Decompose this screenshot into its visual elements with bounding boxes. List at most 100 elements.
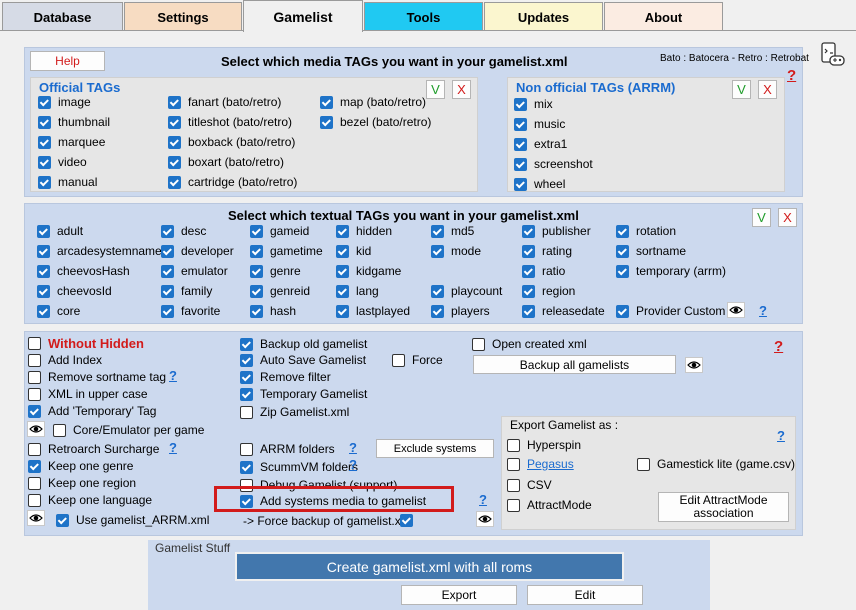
gamepad-icon[interactable]: [819, 41, 847, 69]
xml-upper-case-checkbox[interactable]: XML in upper case: [28, 387, 148, 401]
exclude-systems-button[interactable]: Exclude systems: [376, 439, 494, 458]
scummvm-help-link[interactable]: ?: [349, 457, 357, 472]
tag-rating-checkbox[interactable]: rating: [522, 244, 572, 258]
tag-lastplayed-checkbox[interactable]: lastplayed: [336, 304, 410, 318]
help-button[interactable]: Help: [30, 51, 105, 71]
keep-one-region-checkbox[interactable]: Keep one region: [28, 476, 136, 490]
tag-fanart-checkbox[interactable]: fanart (bato/retro): [168, 95, 281, 109]
textual-clear-all-button[interactable]: X: [778, 208, 797, 227]
tag-sortname-checkbox[interactable]: sortname: [616, 244, 686, 258]
nonofficial-clear-all-button[interactable]: X: [758, 80, 777, 99]
scummvm-folders-checkbox[interactable]: ScummVM folders: [240, 460, 358, 474]
tag-hash-checkbox[interactable]: hash: [250, 304, 296, 318]
tag-desc-checkbox[interactable]: desc: [161, 224, 206, 238]
tag-gametime-checkbox[interactable]: gametime: [250, 244, 323, 258]
retroarch-surcharge-checkbox[interactable]: Retroarch Surcharge: [28, 442, 159, 456]
export-help-link[interactable]: ?: [777, 428, 785, 443]
tag-gameid-checkbox[interactable]: gameid: [250, 224, 309, 238]
tab-settings[interactable]: Settings: [124, 2, 242, 31]
tag-lang-checkbox[interactable]: lang: [336, 284, 379, 298]
tag-family-checkbox[interactable]: family: [161, 284, 212, 298]
tag-mix-checkbox[interactable]: mix: [514, 97, 553, 111]
tag-arcadesystemname-checkbox[interactable]: arcadesystemname: [37, 244, 162, 258]
use-gamelist-arrm-eye-icon[interactable]: [27, 510, 45, 526]
textual-select-all-button[interactable]: V: [752, 208, 771, 227]
provider-custom-eye-icon[interactable]: [727, 302, 745, 318]
tag-emulator-checkbox[interactable]: emulator: [161, 264, 228, 278]
tag-players-checkbox[interactable]: players: [431, 304, 490, 318]
official-clear-all-button[interactable]: X: [452, 80, 471, 99]
tag-kid-checkbox[interactable]: kid: [336, 244, 371, 258]
backup-old-gamelist-checkbox[interactable]: Backup old gamelist: [240, 337, 367, 351]
backup-all-eye-icon[interactable]: [685, 357, 703, 373]
add-systems-media-help-link[interactable]: ?: [479, 492, 487, 507]
tag-video-checkbox[interactable]: video: [38, 155, 87, 169]
tag-boxback-checkbox[interactable]: boxback (bato/retro): [168, 135, 295, 149]
options-help-link[interactable]: ?: [774, 338, 783, 355]
keep-one-language-checkbox[interactable]: Keep one language: [28, 493, 152, 507]
tag-ratio-checkbox[interactable]: ratio: [522, 264, 565, 278]
tag-thumbnail-checkbox[interactable]: thumbnail: [38, 115, 110, 129]
tag-screenshot-checkbox[interactable]: screenshot: [514, 157, 593, 171]
tag-mode-checkbox[interactable]: mode: [431, 244, 481, 258]
tag-provider-custom-checkbox[interactable]: Provider Custom: [616, 304, 725, 318]
tag-playcount-checkbox[interactable]: playcount: [431, 284, 502, 298]
backup-all-gamelists-button[interactable]: Backup all gamelists: [473, 355, 676, 374]
tag-adult-checkbox[interactable]: adult: [37, 224, 83, 238]
tag-boxart-checkbox[interactable]: boxart (bato/retro): [168, 155, 284, 169]
remove-sortname-checkbox[interactable]: Remove sortname tag: [28, 370, 166, 384]
tag-image-checkbox[interactable]: image: [38, 95, 91, 109]
tag-cheevoshash-checkbox[interactable]: cheevosHash: [37, 264, 130, 278]
tag-music-checkbox[interactable]: music: [514, 117, 565, 131]
tag-releasedate-checkbox[interactable]: releasedate: [522, 304, 605, 318]
zip-gamelist-checkbox[interactable]: Zip Gamelist.xml: [240, 405, 349, 419]
export-button[interactable]: Export: [401, 585, 517, 605]
tag-genreid-checkbox[interactable]: genreid: [250, 284, 310, 298]
tag-hidden-checkbox[interactable]: hidden: [336, 224, 392, 238]
use-gamelist-arrm-checkbox[interactable]: Use gamelist_ARRM.xml: [56, 513, 209, 527]
retroarch-help-link[interactable]: ?: [169, 440, 177, 455]
tab-database[interactable]: Database: [2, 2, 123, 31]
media-help-link[interactable]: ?: [787, 67, 796, 84]
tag-bezel-checkbox[interactable]: bezel (bato/retro): [320, 115, 431, 129]
tag-wheel-checkbox[interactable]: wheel: [514, 177, 565, 191]
tag-manual-checkbox[interactable]: manual: [38, 175, 97, 189]
force-backup-checkbox[interactable]: [400, 514, 420, 527]
core-emulator-eye-icon[interactable]: [27, 421, 45, 437]
export-hyperspin-checkbox[interactable]: Hyperspin: [507, 438, 581, 452]
textual-help-link[interactable]: ?: [759, 303, 767, 318]
official-select-all-button[interactable]: V: [426, 80, 445, 99]
tag-kidgame-checkbox[interactable]: kidgame: [336, 264, 401, 278]
tag-genre-checkbox[interactable]: genre: [250, 264, 301, 278]
export-csv-checkbox[interactable]: CSV: [507, 478, 552, 492]
temporary-gamelist-checkbox[interactable]: Temporary Gamelist: [240, 387, 367, 401]
add-temporary-tag-checkbox[interactable]: Add 'Temporary' Tag: [28, 404, 156, 418]
open-created-xml-checkbox[interactable]: Open created xml: [472, 337, 587, 351]
edit-attractmode-button[interactable]: Edit AttractMode association: [658, 492, 789, 522]
nonofficial-select-all-button[interactable]: V: [732, 80, 751, 99]
tag-extra1-checkbox[interactable]: extra1: [514, 137, 567, 151]
tag-temporary-checkbox[interactable]: temporary (arrm): [616, 264, 726, 278]
force-checkbox[interactable]: Force: [392, 353, 443, 367]
arrm-folders-help-link[interactable]: ?: [349, 440, 357, 455]
tag-cartridge-checkbox[interactable]: cartridge (bato/retro): [168, 175, 297, 189]
edit-button[interactable]: Edit: [527, 585, 643, 605]
arrm-folders-checkbox[interactable]: ARRM folders: [240, 442, 335, 456]
auto-save-gamelist-checkbox[interactable]: Auto Save Gamelist: [240, 353, 366, 367]
tag-rotation-checkbox[interactable]: rotation: [616, 224, 676, 238]
export-pegasus-checkbox[interactable]: Pegasus: [507, 457, 574, 471]
tag-md5-checkbox[interactable]: md5: [431, 224, 474, 238]
keep-one-genre-checkbox[interactable]: Keep one genre: [28, 459, 133, 473]
core-emulator-per-game-checkbox[interactable]: Core/Emulator per game: [53, 423, 204, 437]
add-index-checkbox[interactable]: Add Index: [28, 353, 102, 367]
tag-core-checkbox[interactable]: core: [37, 304, 80, 318]
export-gamestick-checkbox[interactable]: Gamestick lite (game.csv): [637, 457, 795, 471]
force-backup-eye-icon[interactable]: [476, 511, 494, 527]
tab-updates[interactable]: Updates: [484, 2, 603, 31]
tag-marquee-checkbox[interactable]: marquee: [38, 135, 105, 149]
tag-cheevosid-checkbox[interactable]: cheevosId: [37, 284, 112, 298]
tag-titleshot-checkbox[interactable]: titleshot (bato/retro): [168, 115, 292, 129]
create-gamelist-button[interactable]: Create gamelist.xml with all roms: [235, 552, 624, 581]
export-attractmode-checkbox[interactable]: AttractMode: [507, 498, 592, 512]
tag-publisher-checkbox[interactable]: publisher: [522, 224, 591, 238]
